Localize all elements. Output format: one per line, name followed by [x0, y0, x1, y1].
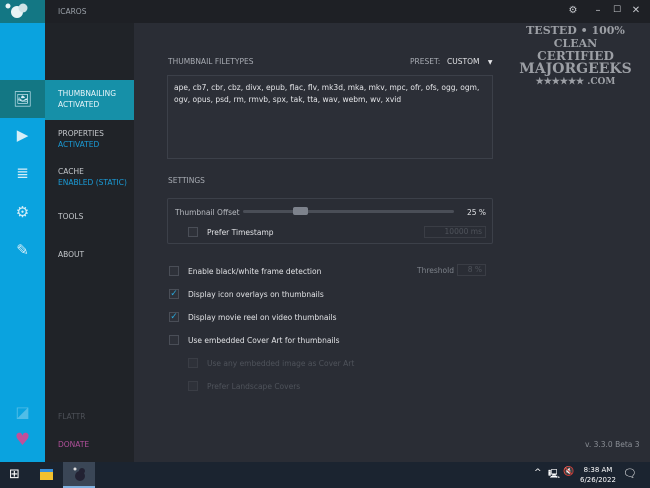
- option-checkbox[interactable]: ✓: [169, 312, 179, 322]
- nav-label: ABOUT: [58, 250, 85, 259]
- settings-gear-icon[interactable]: ⚙: [566, 5, 580, 16]
- gear-icon[interactable]: ⚙: [0, 193, 45, 231]
- filetypes-textarea[interactable]: ape, cb7, cbr, cbz, divx, epub, flac, fl…: [167, 75, 493, 159]
- option-label: Use any embedded image as Cover Art: [207, 359, 355, 368]
- offset-label: Thumbnail Offset: [175, 208, 240, 217]
- app-title: ICAROS: [58, 7, 87, 16]
- nav-label: PROPERTIES: [58, 129, 104, 138]
- filetypes-heading: THUMBNAIL FILETYPES: [168, 57, 254, 66]
- threshold-input[interactable]: 8 %: [457, 264, 486, 276]
- minimize-button[interactable]: –: [591, 5, 605, 16]
- chevron-up-icon[interactable]: ^: [534, 468, 542, 478]
- option-label: Display movie reel on video thumbnails: [188, 313, 337, 322]
- preset-value: CUSTOM: [447, 57, 480, 66]
- option-label: Prefer Landscape Covers: [207, 382, 301, 391]
- nav-thumbnailing[interactable]: THUMBNAILING ACTIVATED: [45, 80, 134, 120]
- nav-status: ACTIVATED: [58, 100, 100, 109]
- volume-muted-icon[interactable]: 🔇: [563, 467, 574, 477]
- clock-time: 8:38 AM: [583, 466, 613, 474]
- clock-date: 6/26/2022: [580, 476, 616, 484]
- option-label: Display icon overlays on thumbnails: [188, 290, 324, 299]
- preset-dropdown[interactable]: CUSTOM ▼: [447, 57, 492, 66]
- option-checkbox: [188, 381, 198, 391]
- nav-label: CACHE: [58, 167, 84, 176]
- cache-stack-icon[interactable]: ≣: [0, 154, 45, 192]
- nav-label: TOOLS: [58, 212, 84, 221]
- version-label: v. 3.3.0 Beta 3: [585, 440, 640, 449]
- app-logo: [0, 0, 45, 23]
- icaros-taskbar-icon[interactable]: [63, 462, 95, 488]
- watermark-line: MAJORGEEKS: [519, 61, 632, 77]
- nav-properties[interactable]: PROPERTIES ACTIVATED: [45, 120, 134, 158]
- threshold-label: Threshold: [417, 266, 454, 275]
- maximize-button[interactable]: ☐: [610, 5, 624, 15]
- option-checkbox[interactable]: ✓: [169, 289, 179, 299]
- timestamp-input[interactable]: 10000 ms: [424, 226, 486, 238]
- settings-heading: SETTINGS: [168, 176, 205, 185]
- windows-start-icon[interactable]: ⊞: [9, 467, 20, 482]
- watermark-line: ★★★★★★ .COM: [535, 77, 616, 87]
- prefer-timestamp-label: Prefer Timestamp: [207, 228, 274, 237]
- offset-slider-handle[interactable]: [292, 207, 308, 215]
- nav-about[interactable]: ABOUT: [45, 241, 134, 279]
- option-label: Enable black/white frame detection: [188, 267, 322, 276]
- option-checkbox[interactable]: [169, 266, 179, 276]
- title-bar: [0, 0, 650, 23]
- nav-status: ENABLED (STATIC): [58, 178, 127, 187]
- nav-label: FLATTR: [58, 412, 86, 421]
- option-checkbox: [188, 358, 198, 368]
- image-icon[interactable]: 🖼: [0, 80, 45, 118]
- offset-slider[interactable]: [243, 210, 454, 213]
- pen-icon[interactable]: ✎: [0, 231, 45, 269]
- offset-value: 25 %: [467, 208, 487, 217]
- chevron-down-icon: ▼: [487, 59, 493, 66]
- majorgeeks-watermark: TESTED • 100% CLEAN CERTIFIED MAJORGEEKS…: [503, 24, 648, 102]
- heart-icon[interactable]: ♥: [0, 421, 45, 459]
- file-explorer-icon[interactable]: [40, 469, 53, 480]
- notifications-icon[interactable]: 🗨: [623, 467, 637, 480]
- clock[interactable]: 8:38 AM 6/26/2022: [580, 465, 616, 485]
- nav-label: DONATE: [58, 440, 90, 449]
- nav-tools[interactable]: TOOLS: [45, 203, 134, 241]
- video-play-icon[interactable]: ▶: [0, 116, 45, 154]
- prefer-timestamp-checkbox[interactable]: [188, 227, 198, 237]
- watermark-line: TESTED • 100% CLEAN: [526, 24, 625, 50]
- nav-cache[interactable]: CACHE ENABLED (STATIC): [45, 158, 134, 196]
- network-icon[interactable]: 🖳: [548, 467, 560, 483]
- nav-status: ACTIVATED: [58, 140, 100, 149]
- close-button[interactable]: ✕: [629, 5, 643, 16]
- preset-label: PRESET:: [410, 57, 441, 66]
- option-checkbox[interactable]: [169, 335, 179, 345]
- nav-label: THUMBNAILING: [58, 89, 117, 98]
- option-label: Use embedded Cover Art for thumbnails: [188, 336, 340, 345]
